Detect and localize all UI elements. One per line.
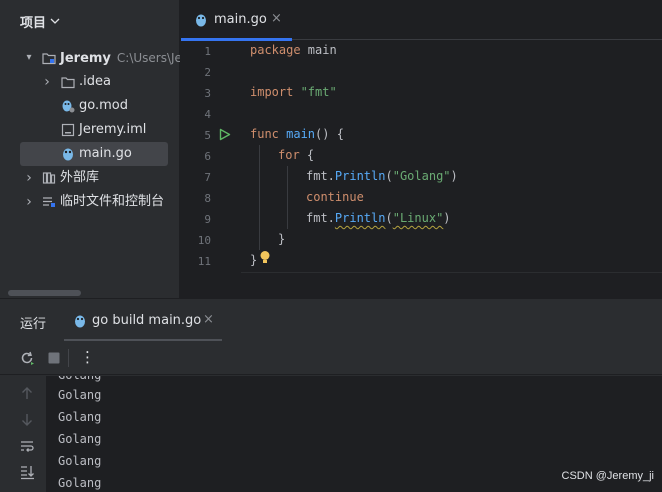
scratches-icon <box>43 197 55 207</box>
soft-wrap-icon[interactable] <box>19 438 35 454</box>
indent-guide <box>287 166 288 229</box>
line-number: 11 <box>197 255 211 268</box>
scroll-to-end-icon[interactable] <box>19 464 35 480</box>
code-line-8: continue <box>306 190 364 204</box>
tab-go-build[interactable]: go build main.go × <box>64 309 222 341</box>
run-tab-bar: 运行 go build main.go × <box>0 299 662 341</box>
code-line-3: import "fmt" <box>250 85 337 99</box>
go-file-icon <box>196 14 206 27</box>
rerun-icon[interactable] <box>18 349 36 367</box>
code-line-5: func main() { <box>250 127 344 141</box>
run-gutter-icon[interactable] <box>219 128 231 141</box>
stop-icon[interactable] <box>45 349 63 367</box>
line-number: 7 <box>204 171 211 184</box>
run-tab-label: go build main.go <box>92 313 202 328</box>
code-line-10: } <box>278 232 286 246</box>
line-number: 6 <box>204 150 211 163</box>
console-line: Golang <box>58 476 102 490</box>
editor-tab-bar: main.go × <box>181 0 662 41</box>
chevron-right-icon[interactable]: › <box>22 166 36 190</box>
line-number: 9 <box>204 213 211 226</box>
run-panel-title: 运行 <box>20 317 47 332</box>
chevron-down-icon[interactable]: ▾ <box>22 46 36 70</box>
console-line: Golang <box>58 454 102 468</box>
folder-module-icon <box>42 53 56 65</box>
console-line: Golang <box>58 432 102 446</box>
code-line-1: package main <box>250 43 337 57</box>
folder-icon <box>61 77 75 89</box>
watermark: CSDN @Jeremy_ji <box>561 470 654 482</box>
indent-guide <box>259 145 260 250</box>
iml-file-icon <box>61 123 75 137</box>
tree-item-label: Jeremy.iml <box>79 122 147 137</box>
tree-item-main-go[interactable]: main.go <box>20 142 168 166</box>
console-line: Golang <box>58 388 102 402</box>
tree-item-label: 外部库 <box>60 170 100 185</box>
tree-item-gomod[interactable]: go.mod <box>0 94 180 118</box>
toolbar-separator <box>68 349 69 367</box>
close-icon[interactable]: × <box>203 312 214 327</box>
gomod-file-icon <box>62 100 75 113</box>
project-header[interactable]: 项目 <box>0 0 180 40</box>
tree-item-path: C:\Users\Jer <box>116 51 180 65</box>
console-line: Golang <box>58 410 102 424</box>
tree-item-scratches[interactable]: › 临时文件和控制台 <box>0 190 180 214</box>
line-number: 3 <box>204 87 211 100</box>
arrow-up-icon[interactable] <box>19 385 35 401</box>
line-number: 5 <box>204 129 211 142</box>
line-number: 10 <box>197 234 211 247</box>
tree-item-label: main.go <box>79 146 132 161</box>
tab-label: main.go <box>214 12 267 27</box>
console-line: Golang <box>58 376 101 384</box>
run-side-toolbar <box>8 376 46 492</box>
run-toolbar: ⋮ <box>0 341 662 375</box>
code-line-6: for { <box>278 148 315 162</box>
chevron-down-icon[interactable] <box>50 16 60 26</box>
go-build-icon <box>75 315 85 328</box>
code-line-9: fmt.Println("Linux") <box>306 211 451 225</box>
arrow-down-icon[interactable] <box>19 412 35 428</box>
tree-item-external-libraries[interactable]: › 外部库 <box>0 166 180 190</box>
project-title[interactable]: 项目 <box>20 12 46 31</box>
chevron-right-icon[interactable]: › <box>40 70 54 94</box>
tab-main-go[interactable]: main.go × <box>181 0 292 41</box>
tree-item-label: 临时文件和控制台 <box>60 194 165 209</box>
editor-divider <box>241 272 662 273</box>
chevron-right-icon[interactable]: › <box>22 190 36 214</box>
code-line-11: } <box>250 253 258 267</box>
line-number: 1 <box>204 45 211 58</box>
horizontal-scrollbar[interactable] <box>8 290 81 296</box>
code-editor[interactable]: main.go × 1 2 3 4 5 6 7 8 9 10 11 packag… <box>181 0 662 298</box>
close-icon[interactable]: × <box>271 11 282 26</box>
tree-item-iml[interactable]: Jeremy.iml <box>0 118 180 142</box>
tree-item-label: Jeremy <box>60 51 111 66</box>
lightbulb-icon[interactable] <box>259 250 271 265</box>
tree-item-label: .idea <box>79 74 111 89</box>
code-line-7: fmt.Println("Golang") <box>306 169 458 183</box>
project-panel: 项目 ▾ Jeremy C:\Users\Jer › .idea go.mod J… <box>0 0 180 298</box>
unreachable-code-warning[interactable]: Println <box>335 211 386 225</box>
tree-item-jeremy[interactable]: ▾ Jeremy C:\Users\Jer <box>0 46 180 70</box>
libraries-icon <box>42 172 56 184</box>
line-number: 4 <box>204 108 211 121</box>
code-area[interactable]: package main import "fmt" func main() { … <box>250 40 662 272</box>
more-options-icon[interactable]: ⋮ <box>80 348 95 366</box>
go-file-icon <box>63 148 73 161</box>
line-number: 2 <box>204 66 211 79</box>
line-number: 8 <box>204 192 211 205</box>
run-tool-window: 运行 go build main.go × ⋮ Golang Golang Go… <box>0 298 662 492</box>
tree-item-idea[interactable]: › .idea <box>0 70 180 94</box>
tree-item-label: go.mod <box>79 98 128 113</box>
line-number-gutter: 1 2 3 4 5 6 7 8 9 10 11 <box>181 40 241 272</box>
